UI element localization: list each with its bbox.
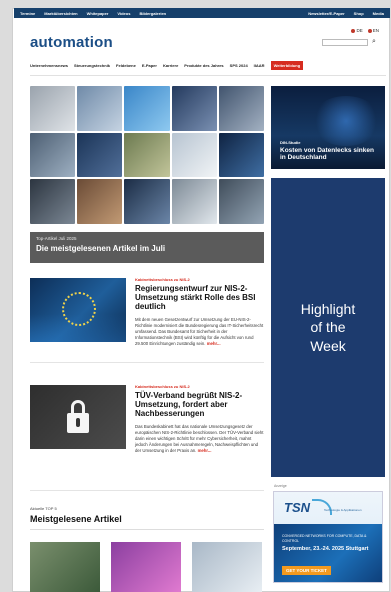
featured-kicker: Top-Artikel Juli 2025 [36,236,77,241]
article-1-kicker: Kabinettsbeschluss zu NIS-2 [135,277,190,282]
eu-stars-icon [62,292,96,326]
collage-image [171,86,217,131]
topnav-link-videos[interactable]: Videos [117,11,130,16]
lang-de-option[interactable]: DE [351,28,363,33]
topnav-link-newsletter[interactable]: Newsletter/E-Paper [308,11,344,16]
ad-label: Anzeige [274,484,287,488]
top5-divider [30,529,264,530]
featured-image-collage[interactable] [30,86,264,224]
top5-kicker: Aktuelle TOP 5 [30,506,57,511]
collage-image [30,86,76,131]
main-navigation: Unternehmensnews Steuerungstechnik Felde… [30,59,386,71]
tsn-subtitle: Technologie & Applikationen [324,508,362,512]
featured-header[interactable]: Top-Artikel Juli 2025 Die meistgelesenen… [30,232,264,263]
top-navigation-bar: Termine Marktübersichten Whitepaper Vide… [14,8,390,18]
top5-thumbnail[interactable] [111,542,181,592]
tsn-advertisement[interactable]: TSN Technologie & Applikationen CONVERGE… [273,491,383,583]
collage-image [77,179,123,224]
article-1-more-link[interactable]: mehr... [207,341,221,346]
highlight-of-the-week[interactable]: Highlight of the Week [271,178,385,477]
article-2-kicker: Kabinettsbeschluss zu NIS-2 [135,384,190,389]
tsn-logo: TSN [284,500,310,515]
flag-de-icon [351,28,356,33]
top5-thumbnail[interactable] [192,542,262,592]
nav-item-unternehmensnews[interactable]: Unternehmensnews [30,63,68,68]
highlight-label: Highlight of the Week [300,301,356,354]
collage-image [171,132,217,178]
lang-en-option[interactable]: EN [367,28,379,33]
article-2-more-link[interactable]: mehr... [198,448,212,453]
nav-item-iiaar[interactable]: IIAAR [254,63,265,68]
teaser-kicker: DIN-Studie [280,140,301,145]
collage-image [124,132,170,178]
flag-en-icon [367,28,372,33]
collage-image [218,179,264,224]
nav-item-steuerungstechnik[interactable]: Steuerungstechnik [74,63,110,68]
collage-image [171,179,217,224]
article-2-title[interactable]: TÜV-Verband begrüßt NIS-2-Umsetzung, for… [135,391,265,419]
nav-item-sps[interactable]: SPS 2024 [230,63,248,68]
sidebar-teaser[interactable]: DIN-Studie Kosten von Datenlecks sinken … [271,86,385,169]
collage-image [30,132,76,178]
section-divider [30,490,264,491]
topnav-link-termine[interactable]: Termine [20,11,35,16]
topnav-link-shop[interactable]: Shop [354,11,364,16]
search-icon[interactable]: ⌕ [372,38,376,46]
nav-divider [30,75,386,76]
top5-thumbnail[interactable] [30,542,100,592]
collage-image [218,132,264,178]
nav-item-feldebene[interactable]: Feldebene [116,63,136,68]
teaser-title: Kosten von Datenlecks sinken in Deutschl… [280,147,374,162]
article-2: Kabinettsbeschluss zu NIS-2 TÜV-Verband … [135,384,265,454]
tsn-event-date: September, 23.-24. 2025 Stuttgart [282,546,369,552]
nav-item-epaper[interactable]: E-Paper [142,63,157,68]
topnav-link-bildergalerien[interactable]: Bildergalerien [139,11,166,16]
featured-title: Die meistgelesenen Artikel im Juli [36,244,166,253]
collage-image [124,86,170,131]
nav-item-karriere[interactable]: Karriere [163,63,178,68]
article-2-image[interactable] [30,385,126,449]
collage-image [30,179,76,224]
topnav-link-media[interactable]: Media [373,11,384,16]
top5-title: Meistgelesene Artikel [30,514,122,524]
collage-image [77,86,123,131]
signal-waves-icon [312,499,332,515]
nav-item-weiterbildung[interactable]: Weiterbildung [270,60,304,70]
language-switcher: DE EN [351,28,379,33]
collage-image [218,86,264,131]
article-2-excerpt: Das Bundeskabinett hat das nationale Ums… [135,423,264,453]
tsn-event-text: CONVERGED NETWORKS FOR COMPUTE, DATA & C… [282,534,367,543]
site-logo[interactable]: automation [28,28,128,51]
topnav-link-marktuebersichten[interactable]: Marktübersichten [44,11,77,16]
article-1-excerpt: Mit dem neuen Gesetzentwurf zur Umsetzun… [135,316,264,346]
topnav-link-whitepaper[interactable]: Whitepaper [87,11,109,16]
search-input[interactable] [322,39,368,46]
get-ticket-button[interactable]: GET YOUR TICKET [282,566,331,575]
article-1: Kabinettsbeschluss zu NIS-2 Regierungsen… [135,277,265,347]
collage-image [124,179,170,224]
logo-text: automation [30,34,113,51]
nav-item-produkte-des-jahres[interactable]: Produkte des Jahres [184,63,223,68]
article-1-image[interactable] [30,278,126,342]
article-1-title[interactable]: Regierungsentwurf zur NIS-2-Umsetzung st… [135,284,265,312]
collage-image [77,132,123,178]
article-divider [30,362,264,363]
